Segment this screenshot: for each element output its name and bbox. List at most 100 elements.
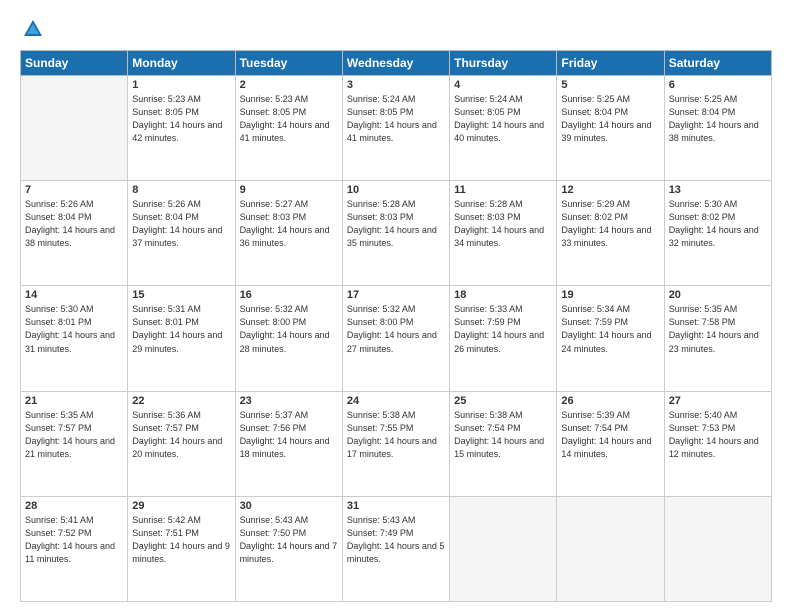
day-info: Sunrise: 5:43 AM Sunset: 7:50 PM Dayligh… bbox=[240, 514, 338, 566]
day-number: 2 bbox=[240, 79, 338, 91]
day-cell: 17 Sunrise: 5:32 AM Sunset: 8:00 PM Dayl… bbox=[342, 286, 449, 391]
day-cell: 14 Sunrise: 5:30 AM Sunset: 8:01 PM Dayl… bbox=[21, 286, 128, 391]
day-number: 8 bbox=[132, 184, 230, 196]
day-info: Sunrise: 5:38 AM Sunset: 7:55 PM Dayligh… bbox=[347, 409, 445, 461]
day-cell: 5 Sunrise: 5:25 AM Sunset: 8:04 PM Dayli… bbox=[557, 76, 664, 181]
day-info: Sunrise: 5:34 AM Sunset: 7:59 PM Dayligh… bbox=[561, 303, 659, 355]
day-cell: 20 Sunrise: 5:35 AM Sunset: 7:58 PM Dayl… bbox=[664, 286, 771, 391]
day-number: 25 bbox=[454, 395, 552, 407]
day-info: Sunrise: 5:28 AM Sunset: 8:03 PM Dayligh… bbox=[347, 198, 445, 250]
col-header-tuesday: Tuesday bbox=[235, 51, 342, 76]
day-cell: 15 Sunrise: 5:31 AM Sunset: 8:01 PM Dayl… bbox=[128, 286, 235, 391]
day-cell: 19 Sunrise: 5:34 AM Sunset: 7:59 PM Dayl… bbox=[557, 286, 664, 391]
day-number: 23 bbox=[240, 395, 338, 407]
day-info: Sunrise: 5:37 AM Sunset: 7:56 PM Dayligh… bbox=[240, 409, 338, 461]
day-info: Sunrise: 5:38 AM Sunset: 7:54 PM Dayligh… bbox=[454, 409, 552, 461]
day-info: Sunrise: 5:36 AM Sunset: 7:57 PM Dayligh… bbox=[132, 409, 230, 461]
day-info: Sunrise: 5:31 AM Sunset: 8:01 PM Dayligh… bbox=[132, 303, 230, 355]
day-info: Sunrise: 5:25 AM Sunset: 8:04 PM Dayligh… bbox=[561, 93, 659, 145]
day-info: Sunrise: 5:26 AM Sunset: 8:04 PM Dayligh… bbox=[25, 198, 123, 250]
day-number: 19 bbox=[561, 289, 659, 301]
day-number: 29 bbox=[132, 500, 230, 512]
day-number: 28 bbox=[25, 500, 123, 512]
day-info: Sunrise: 5:23 AM Sunset: 8:05 PM Dayligh… bbox=[240, 93, 338, 145]
week-row-5: 28 Sunrise: 5:41 AM Sunset: 7:52 PM Dayl… bbox=[21, 496, 772, 601]
day-info: Sunrise: 5:27 AM Sunset: 8:03 PM Dayligh… bbox=[240, 198, 338, 250]
day-number: 9 bbox=[240, 184, 338, 196]
day-info: Sunrise: 5:32 AM Sunset: 8:00 PM Dayligh… bbox=[240, 303, 338, 355]
day-number: 3 bbox=[347, 79, 445, 91]
day-cell bbox=[21, 76, 128, 181]
day-number: 1 bbox=[132, 79, 230, 91]
logo bbox=[20, 18, 44, 40]
day-info: Sunrise: 5:33 AM Sunset: 7:59 PM Dayligh… bbox=[454, 303, 552, 355]
day-cell: 29 Sunrise: 5:42 AM Sunset: 7:51 PM Dayl… bbox=[128, 496, 235, 601]
day-cell: 4 Sunrise: 5:24 AM Sunset: 8:05 PM Dayli… bbox=[450, 76, 557, 181]
day-cell: 16 Sunrise: 5:32 AM Sunset: 8:00 PM Dayl… bbox=[235, 286, 342, 391]
col-header-wednesday: Wednesday bbox=[342, 51, 449, 76]
day-number: 20 bbox=[669, 289, 767, 301]
logo-icon bbox=[22, 18, 44, 40]
day-number: 22 bbox=[132, 395, 230, 407]
day-number: 6 bbox=[669, 79, 767, 91]
day-number: 14 bbox=[25, 289, 123, 301]
day-number: 30 bbox=[240, 500, 338, 512]
day-cell: 22 Sunrise: 5:36 AM Sunset: 7:57 PM Dayl… bbox=[128, 391, 235, 496]
day-cell: 13 Sunrise: 5:30 AM Sunset: 8:02 PM Dayl… bbox=[664, 181, 771, 286]
page-header bbox=[20, 18, 772, 40]
day-info: Sunrise: 5:26 AM Sunset: 8:04 PM Dayligh… bbox=[132, 198, 230, 250]
day-number: 24 bbox=[347, 395, 445, 407]
day-cell: 30 Sunrise: 5:43 AM Sunset: 7:50 PM Dayl… bbox=[235, 496, 342, 601]
day-info: Sunrise: 5:29 AM Sunset: 8:02 PM Dayligh… bbox=[561, 198, 659, 250]
week-row-3: 14 Sunrise: 5:30 AM Sunset: 8:01 PM Dayl… bbox=[21, 286, 772, 391]
day-number: 15 bbox=[132, 289, 230, 301]
day-cell: 26 Sunrise: 5:39 AM Sunset: 7:54 PM Dayl… bbox=[557, 391, 664, 496]
col-header-monday: Monday bbox=[128, 51, 235, 76]
day-number: 7 bbox=[25, 184, 123, 196]
day-number: 26 bbox=[561, 395, 659, 407]
day-cell: 31 Sunrise: 5:43 AM Sunset: 7:49 PM Dayl… bbox=[342, 496, 449, 601]
col-header-thursday: Thursday bbox=[450, 51, 557, 76]
day-cell: 21 Sunrise: 5:35 AM Sunset: 7:57 PM Dayl… bbox=[21, 391, 128, 496]
day-info: Sunrise: 5:35 AM Sunset: 7:58 PM Dayligh… bbox=[669, 303, 767, 355]
day-info: Sunrise: 5:41 AM Sunset: 7:52 PM Dayligh… bbox=[25, 514, 123, 566]
day-cell: 8 Sunrise: 5:26 AM Sunset: 8:04 PM Dayli… bbox=[128, 181, 235, 286]
col-header-friday: Friday bbox=[557, 51, 664, 76]
day-info: Sunrise: 5:30 AM Sunset: 8:02 PM Dayligh… bbox=[669, 198, 767, 250]
day-info: Sunrise: 5:24 AM Sunset: 8:05 PM Dayligh… bbox=[347, 93, 445, 145]
day-info: Sunrise: 5:32 AM Sunset: 8:00 PM Dayligh… bbox=[347, 303, 445, 355]
day-info: Sunrise: 5:24 AM Sunset: 8:05 PM Dayligh… bbox=[454, 93, 552, 145]
day-info: Sunrise: 5:42 AM Sunset: 7:51 PM Dayligh… bbox=[132, 514, 230, 566]
col-header-saturday: Saturday bbox=[664, 51, 771, 76]
week-row-1: 1 Sunrise: 5:23 AM Sunset: 8:05 PM Dayli… bbox=[21, 76, 772, 181]
day-info: Sunrise: 5:25 AM Sunset: 8:04 PM Dayligh… bbox=[669, 93, 767, 145]
day-number: 10 bbox=[347, 184, 445, 196]
day-number: 11 bbox=[454, 184, 552, 196]
day-number: 12 bbox=[561, 184, 659, 196]
day-number: 18 bbox=[454, 289, 552, 301]
col-header-sunday: Sunday bbox=[21, 51, 128, 76]
day-cell bbox=[557, 496, 664, 601]
day-number: 17 bbox=[347, 289, 445, 301]
day-cell bbox=[664, 496, 771, 601]
day-cell: 18 Sunrise: 5:33 AM Sunset: 7:59 PM Dayl… bbox=[450, 286, 557, 391]
day-cell bbox=[450, 496, 557, 601]
calendar-table: SundayMondayTuesdayWednesdayThursdayFrid… bbox=[20, 50, 772, 602]
day-cell: 6 Sunrise: 5:25 AM Sunset: 8:04 PM Dayli… bbox=[664, 76, 771, 181]
day-number: 21 bbox=[25, 395, 123, 407]
day-number: 4 bbox=[454, 79, 552, 91]
day-cell: 7 Sunrise: 5:26 AM Sunset: 8:04 PM Dayli… bbox=[21, 181, 128, 286]
day-cell: 1 Sunrise: 5:23 AM Sunset: 8:05 PM Dayli… bbox=[128, 76, 235, 181]
day-number: 31 bbox=[347, 500, 445, 512]
day-cell: 11 Sunrise: 5:28 AM Sunset: 8:03 PM Dayl… bbox=[450, 181, 557, 286]
day-cell: 24 Sunrise: 5:38 AM Sunset: 7:55 PM Dayl… bbox=[342, 391, 449, 496]
day-cell: 28 Sunrise: 5:41 AM Sunset: 7:52 PM Dayl… bbox=[21, 496, 128, 601]
day-info: Sunrise: 5:28 AM Sunset: 8:03 PM Dayligh… bbox=[454, 198, 552, 250]
week-row-2: 7 Sunrise: 5:26 AM Sunset: 8:04 PM Dayli… bbox=[21, 181, 772, 286]
day-cell: 2 Sunrise: 5:23 AM Sunset: 8:05 PM Dayli… bbox=[235, 76, 342, 181]
day-cell: 12 Sunrise: 5:29 AM Sunset: 8:02 PM Dayl… bbox=[557, 181, 664, 286]
day-info: Sunrise: 5:39 AM Sunset: 7:54 PM Dayligh… bbox=[561, 409, 659, 461]
day-cell: 10 Sunrise: 5:28 AM Sunset: 8:03 PM Dayl… bbox=[342, 181, 449, 286]
day-cell: 25 Sunrise: 5:38 AM Sunset: 7:54 PM Dayl… bbox=[450, 391, 557, 496]
day-number: 5 bbox=[561, 79, 659, 91]
